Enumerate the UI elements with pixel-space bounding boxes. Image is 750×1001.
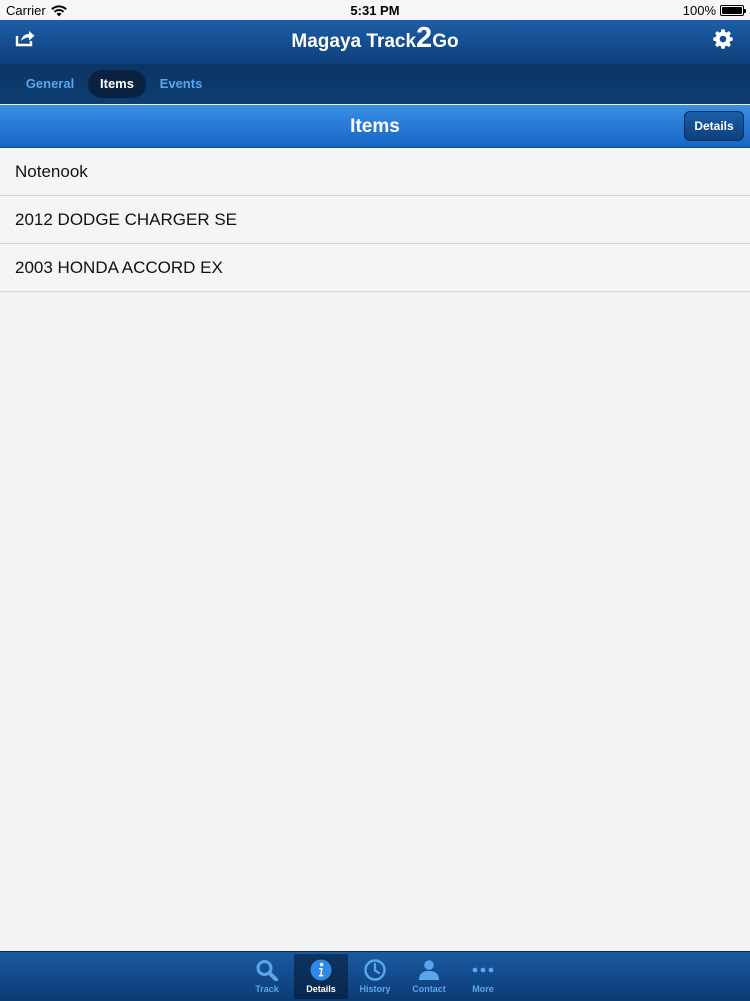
tab-history-label: History [359, 984, 391, 994]
tab-bar: Track Details History Contact More [0, 951, 750, 1001]
tab-contact[interactable]: Contact [402, 954, 456, 999]
tab-details-label: Details [306, 984, 336, 994]
status-time: 5:31 PM [350, 3, 400, 18]
segment-bar: General Items Events [0, 64, 750, 104]
app-title: Magaya Track2Go [0, 24, 750, 53]
more-icon [472, 967, 494, 973]
tab-track[interactable]: Track [240, 954, 294, 999]
list-item[interactable]: 2003 HONDA ACCORD EX [0, 244, 750, 292]
list-item[interactable]: Notenook [0, 148, 750, 196]
list-item[interactable]: 2012 DODGE CHARGER SE [0, 196, 750, 244]
tab-history[interactable]: History [348, 954, 402, 999]
battery-indicator: 100% [682, 3, 746, 18]
battery-percent: 100% [682, 3, 716, 18]
person-icon [419, 960, 439, 980]
status-bar: Carrier 5:31 PM 100% [0, 0, 750, 20]
settings-button[interactable] [712, 28, 734, 50]
tab-more-label: More [472, 984, 494, 994]
section-header: Items Details [0, 105, 750, 148]
battery-icon [720, 5, 746, 16]
battery-fill [722, 7, 742, 14]
details-button[interactable]: Details [684, 111, 744, 141]
info-icon [310, 959, 332, 981]
search-icon [256, 960, 278, 981]
app-title-left: Magaya Track [291, 31, 417, 52]
tab-events[interactable]: Events [150, 70, 212, 98]
tab-general[interactable]: General [16, 70, 84, 98]
tab-track-label: Track [255, 984, 279, 994]
tab-more[interactable]: More [456, 954, 510, 999]
tab-contact-label: Contact [412, 984, 446, 994]
clock-icon [364, 959, 386, 981]
nav-bar: Magaya Track2Go [0, 20, 750, 65]
items-list: Notenook 2012 DODGE CHARGER SE 2003 HOND… [0, 148, 750, 292]
gear-icon [713, 29, 733, 49]
tab-items[interactable]: Items [88, 70, 146, 98]
section-title: Items [350, 116, 400, 137]
app-title-right: Go [432, 31, 459, 52]
app-title-number: 2 [416, 22, 433, 54]
tab-details[interactable]: Details [294, 954, 348, 999]
